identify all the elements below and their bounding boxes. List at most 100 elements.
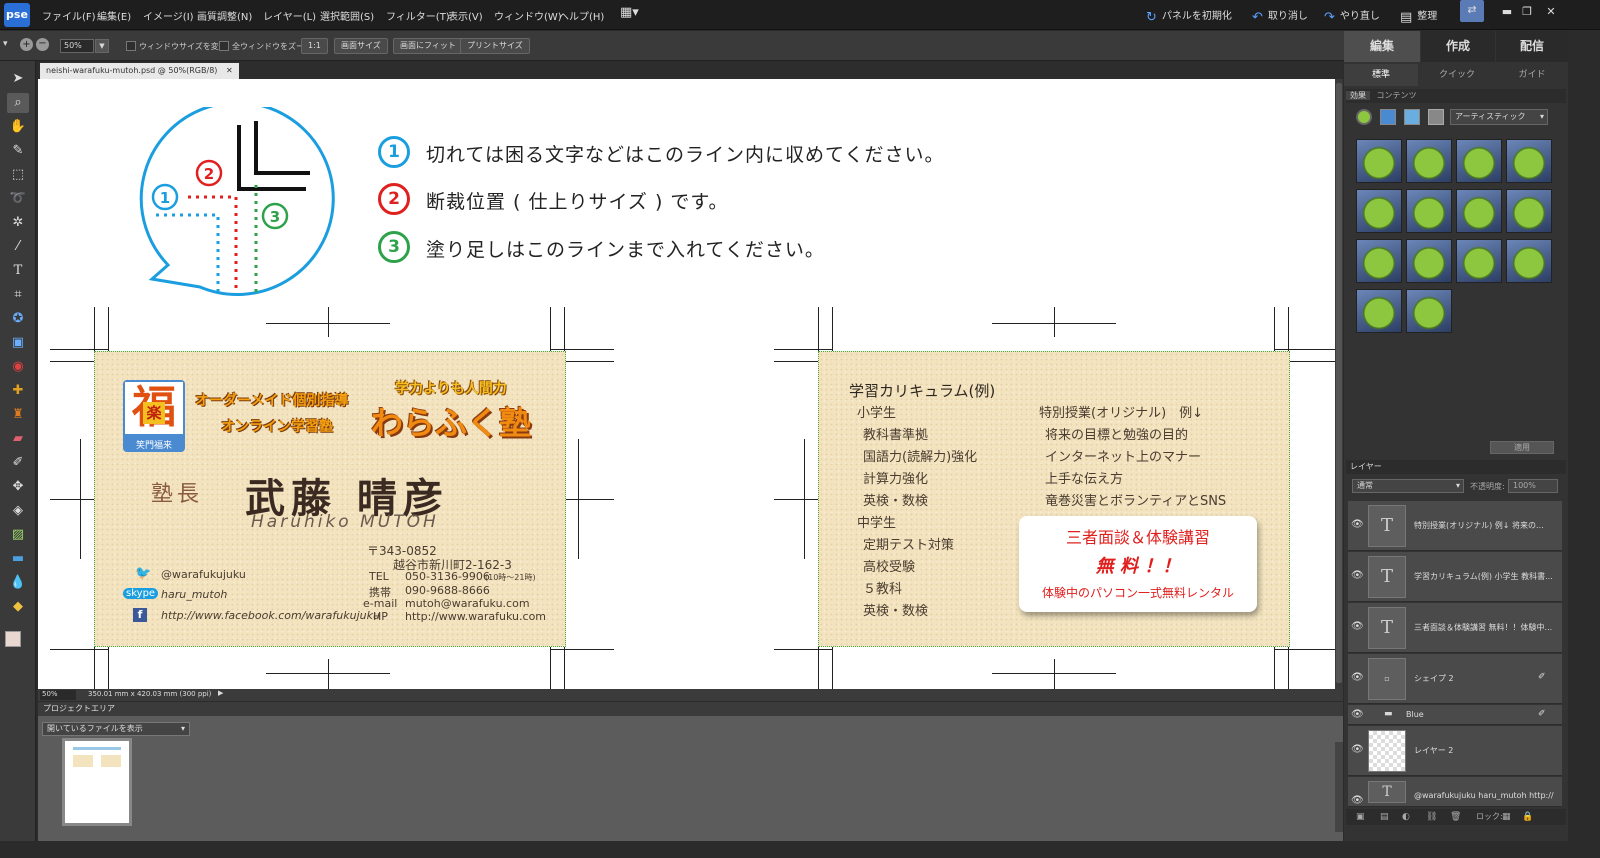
project-bin-select[interactable]: 開いているファイルを表示 ▾ [42, 722, 190, 736]
eraser-tool-icon[interactable]: ▰ [7, 429, 29, 449]
print-size-button[interactable]: プリントサイズ [460, 38, 530, 54]
fit-screen-button[interactable]: 画面サイズ [334, 38, 388, 54]
undo-button[interactable]: ↶ 取り消し [1252, 7, 1308, 25]
opacity-input[interactable]: 100% [1508, 479, 1558, 493]
minimize-icon[interactable]: ▬ [1500, 5, 1514, 19]
gradient-tool-icon[interactable]: ▨ [7, 525, 29, 545]
canvas-vertical-scrollbar[interactable] [1335, 79, 1343, 689]
brush-tool-icon[interactable]: ✐ [7, 453, 29, 473]
eye-icon[interactable]: 👁 [1351, 672, 1364, 683]
workspace-tab-create[interactable]: 作成 [1421, 31, 1495, 62]
document-tab[interactable]: neishi-warafuku-mutoh.psd @ 50%(RGB/8) ✕ [40, 63, 239, 79]
eye-icon[interactable]: 👁 [1351, 570, 1364, 581]
zoom-dropdown-icon[interactable]: ▼ [95, 39, 109, 53]
effect-thumbnail[interactable] [1456, 239, 1502, 283]
workspace-tab-edit[interactable]: 編集 [1344, 31, 1420, 62]
layout-grid-icon[interactable]: ▦▾ [620, 5, 639, 20]
switch-icon[interactable]: ⇄ [1460, 0, 1484, 22]
eye-icon[interactable]: 👁 [1351, 709, 1364, 720]
layer-group-item[interactable]: 👁 ▬ Blue ✐ [1348, 705, 1562, 725]
paint-bucket-tool-icon[interactable]: ◈ [7, 501, 29, 521]
new-group-icon[interactable]: ▤ [1380, 809, 1389, 825]
project-bin-scrollbar[interactable] [1335, 742, 1343, 832]
effect-thumbnail[interactable] [1456, 139, 1502, 183]
menu-view[interactable]: 表示(V) [448, 8, 483, 23]
eye-icon[interactable]: 👁 [1351, 621, 1364, 632]
zoom-input[interactable]: 50% [60, 39, 94, 53]
effect-thumbnail[interactable] [1406, 289, 1452, 333]
quick-selection-tool-icon[interactable]: ⁄ [7, 237, 29, 257]
photo-effects-icon[interactable] [1404, 109, 1420, 125]
red-eye-tool-icon[interactable]: ◉ [7, 357, 29, 377]
effect-thumbnail[interactable] [1356, 139, 1402, 183]
zoom-tool-icon[interactable]: ⌕ [7, 93, 29, 113]
layer-item[interactable]: 👁 ▫ シェイプ 2 ✐ [1348, 654, 1562, 704]
effect-thumbnail[interactable] [1406, 139, 1452, 183]
menu-enhance[interactable]: 画質調整(N) [197, 8, 252, 23]
effect-thumbnail[interactable] [1506, 189, 1552, 233]
link-layer-icon[interactable]: ⛓ [1426, 809, 1437, 825]
effect-thumbnail[interactable] [1356, 239, 1402, 283]
clone-stamp-tool-icon[interactable]: ♜ [7, 405, 29, 425]
move-tool-icon[interactable]: ➤ [7, 69, 29, 89]
subtab-guided[interactable]: ガイド [1496, 64, 1568, 86]
zoom-out-icon[interactable]: − [36, 38, 49, 51]
lock-all-icon[interactable]: 🔒 [1522, 809, 1533, 825]
sponge-tool-icon[interactable]: ◆ [7, 597, 29, 617]
menu-file[interactable]: ファイル(F) [42, 8, 96, 23]
effect-thumbnail[interactable] [1406, 189, 1452, 233]
eye-icon[interactable]: 👁 [1351, 795, 1364, 806]
actual-pixels-button[interactable]: 1:1 [301, 38, 328, 54]
layer-item[interactable]: 👁 T 三者面談＆体験講習 無料！！体験中... [1348, 603, 1562, 653]
blend-mode-select[interactable]: 通常 ▾ [1352, 479, 1464, 493]
magic-wand-tool-icon[interactable]: ✲ [7, 213, 29, 233]
effect-thumbnail[interactable] [1356, 189, 1402, 233]
layer-item[interactable]: 👁 T 学習カリキュラム(例) 小学生 教科書... [1348, 552, 1562, 602]
restore-icon[interactable]: ❐ [1520, 5, 1534, 19]
recompose-tool-icon[interactable]: ▣ [7, 333, 29, 353]
content-tab[interactable]: コンテンツ [1373, 91, 1421, 100]
marquee-tool-icon[interactable]: ⬚ [7, 165, 29, 185]
effects-category-select[interactable]: アーティスティック ▾ [1450, 109, 1548, 125]
menu-layer[interactable]: レイヤー(L) [263, 8, 316, 23]
document-thumbnail[interactable] [64, 740, 130, 824]
lock-transparent-icon[interactable]: ▦ [1502, 809, 1511, 825]
document-canvas[interactable]: 1 2 3 1 切れては困る文字などはこのライン内に収めてください。 2 断裁位… [38, 79, 1335, 689]
resize-window-checkbox[interactable] [126, 41, 136, 51]
smart-brush-tool-icon[interactable]: ✥ [7, 477, 29, 497]
type-tool-icon[interactable]: T [7, 261, 29, 281]
menu-help[interactable]: ヘルプ(H) [559, 8, 604, 23]
shape-tool-icon[interactable]: ▬ [7, 549, 29, 569]
new-layer-icon[interactable]: ▣ [1356, 809, 1365, 825]
show-all-icon[interactable] [1428, 109, 1444, 125]
eye-icon[interactable]: 👁 [1351, 744, 1364, 755]
menu-window[interactable]: ウィンドウ(W) [494, 8, 562, 23]
menu-select[interactable]: 選択範囲(S) [320, 8, 374, 23]
subtab-quick[interactable]: クイック [1420, 64, 1494, 86]
close-icon[interactable]: ✕ [1544, 5, 1558, 19]
layer-item[interactable]: 👁 T @warafukujuku haru_mutoh http://ww..… [1348, 777, 1562, 807]
subtab-full[interactable]: 標準 [1344, 64, 1418, 86]
filters-icon[interactable] [1356, 109, 1372, 125]
workspace-tab-share[interactable]: 配信 [1496, 31, 1568, 62]
foreground-color-swatch[interactable] [5, 631, 21, 647]
menu-filter[interactable]: フィルター(T) [386, 8, 450, 23]
effect-thumbnail[interactable] [1406, 239, 1452, 283]
effect-thumbnail[interactable] [1506, 239, 1552, 283]
effects-tab[interactable]: 効果 [1346, 91, 1370, 100]
eyedropper-tool-icon[interactable]: ✎ [7, 141, 29, 161]
close-tab-icon[interactable]: ✕ [226, 66, 233, 75]
fill-screen-button[interactable]: 画面にフィット [393, 38, 463, 54]
layer-item[interactable]: 👁 レイヤー 2 [1348, 726, 1562, 776]
delete-layer-icon[interactable]: 🗑 [1450, 809, 1461, 825]
zoom-all-checkbox[interactable] [219, 41, 229, 51]
layer-item[interactable]: 👁 T 特別授業(オリジナル) 例↓ 将来の... [1348, 501, 1562, 551]
reset-panels-button[interactable]: ↻ パネルを初期化 [1146, 7, 1232, 25]
effect-thumbnail[interactable] [1356, 289, 1402, 333]
effect-thumbnail[interactable] [1456, 189, 1502, 233]
menu-image[interactable]: イメージ(I) [143, 8, 194, 23]
apply-button[interactable]: 適用 [1490, 441, 1554, 454]
tool-preset-icon[interactable]: ▾ [3, 39, 8, 49]
status-arrow-icon[interactable]: ▶ [218, 689, 223, 697]
organize-button[interactable]: ▤ 整理 [1400, 7, 1437, 25]
